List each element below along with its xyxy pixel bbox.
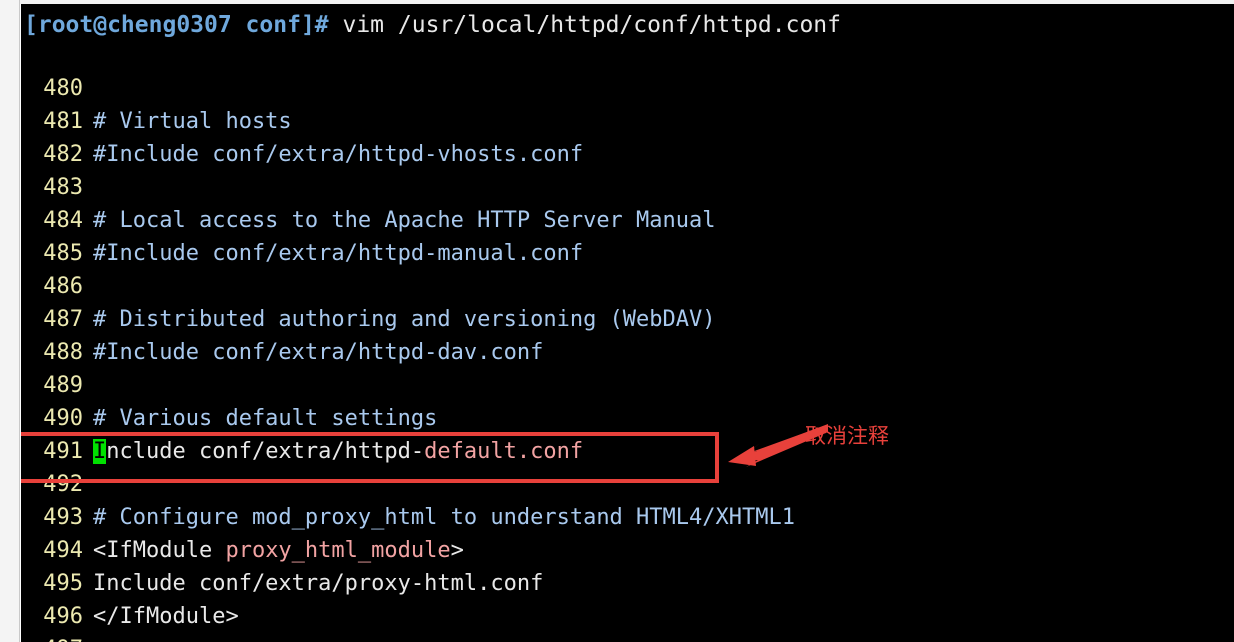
line-text: #Include conf/extra/httpd-vhosts.conf [83, 142, 583, 167]
line-number: 485 [43, 241, 83, 266]
line-text: </IfModule> [83, 604, 239, 629]
line-text [83, 373, 93, 398]
code-line[interactable]: 491 Include conf/extra/httpd-default.conf [21, 435, 1234, 468]
line-text: # Virtual hosts [83, 109, 292, 134]
line-number: 480 [43, 76, 83, 101]
code-token: # Local access to the Apache HTTP Server… [93, 208, 716, 233]
line-text [83, 472, 93, 497]
line-text: Include conf/extra/proxy-html.conf [83, 571, 543, 596]
code-line[interactable]: 490 # Various default settings [21, 402, 1234, 435]
code-token: #Include conf/extra/httpd-manual.conf [93, 241, 584, 266]
window-left-edge [0, 0, 20, 642]
code-line[interactable]: 492 [21, 468, 1234, 501]
line-number: 495 [43, 571, 83, 596]
line-text: Include conf/extra/httpd-default.conf [83, 439, 583, 464]
line-text: #Include conf/extra/httpd-dav.conf [83, 340, 543, 365]
shell-prompt-ps1: [root@cheng0307 conf]# [24, 12, 329, 38]
code-token: # Distributed authoring and versioning (… [93, 307, 716, 332]
code-token: </IfModule> [93, 604, 239, 629]
line-number: 490 [43, 406, 83, 431]
code-line[interactable]: 487 # Distributed authoring and versionin… [21, 303, 1234, 336]
vim-text-buffer[interactable]: 480 481 # Virtual hosts 482 #Include conf/ex… [21, 72, 1234, 642]
line-number: 482 [43, 142, 83, 167]
code-line[interactable]: 488 #Include conf/extra/httpd-dav.conf [21, 336, 1234, 369]
code-line[interactable]: 494 <IfModule proxy_html_module> [21, 534, 1234, 567]
line-text: <IfModule proxy_html_module> [83, 538, 464, 563]
line-number: 491 [43, 439, 83, 464]
line-number: 483 [43, 175, 83, 200]
code-token: <IfModule [93, 538, 226, 563]
code-line[interactable]: 483 [21, 171, 1234, 204]
terminal-window[interactable]: [root@cheng0307 conf]# vim /usr/local/ht… [21, 4, 1234, 642]
line-text: # Configure mod_proxy_html to understand… [83, 505, 795, 530]
shell-prompt-line: [root@cheng0307 conf]# vim /usr/local/ht… [24, 10, 841, 40]
line-number: 489 [43, 373, 83, 398]
line-text: # Local access to the Apache HTTP Server… [83, 208, 716, 233]
code-token: #Include conf/extra/httpd-vhosts.conf [93, 142, 584, 167]
line-number: 487 [43, 307, 83, 332]
code-line[interactable]: 485 #Include conf/extra/httpd-manual.conf [21, 237, 1234, 270]
code-line[interactable]: 482 #Include conf/extra/httpd-vhosts.conf [21, 138, 1234, 171]
line-number: 492 [43, 472, 83, 497]
code-token: default.conf [424, 439, 584, 464]
line-text: #Include conf/extra/httpd-manual.conf [83, 241, 583, 266]
code-token: proxy_html_module [225, 538, 451, 563]
code-token: # Configure mod_proxy_html to understand… [93, 505, 795, 530]
line-number: 493 [43, 505, 83, 530]
line-number: 494 [43, 538, 83, 563]
line-number: 488 [43, 340, 83, 365]
code-token: > [450, 538, 464, 563]
line-number: 481 [43, 109, 83, 134]
code-line[interactable]: 489 [21, 369, 1234, 402]
annotation-label-text: 取消注释 [805, 424, 889, 448]
line-text: # Various default settings [83, 406, 437, 431]
code-line[interactable]: 493 # Configure mod_proxy_html to underst… [21, 501, 1234, 534]
code-line[interactable]: 484 # Local access to the Apache HTTP Ser… [21, 204, 1234, 237]
code-line[interactable]: 495 Include conf/extra/proxy-html.conf [21, 567, 1234, 600]
code-line[interactable]: 480 [21, 72, 1234, 105]
code-token: # Virtual hosts [93, 109, 292, 134]
line-text [83, 175, 93, 200]
code-line[interactable]: 496 </IfModule> [21, 600, 1234, 633]
code-token: nclude conf/extra/httpd- [106, 439, 425, 464]
code-line[interactable]: 486 [21, 270, 1234, 303]
code-line[interactable]: 481 # Virtual hosts [21, 105, 1234, 138]
shell-command-text: vim /usr/local/httpd/conf/httpd.conf [328, 12, 841, 38]
line-number: 484 [43, 208, 83, 233]
code-token: #Include conf/extra/httpd-dav.conf [93, 340, 544, 365]
code-token: # Various default settings [93, 406, 438, 431]
line-text [83, 637, 93, 642]
line-number: 486 [43, 274, 83, 299]
code-token: Include conf/extra/proxy-html.conf [93, 571, 544, 596]
line-number: 496 [43, 604, 83, 629]
line-text: # Distributed authoring and versioning (… [83, 307, 716, 332]
code-line[interactable]: 497 [21, 633, 1234, 642]
line-number: 497 [21, 633, 83, 642]
line-text [83, 274, 93, 299]
vim-cursor-block: I [93, 439, 107, 464]
line-text [83, 76, 93, 101]
